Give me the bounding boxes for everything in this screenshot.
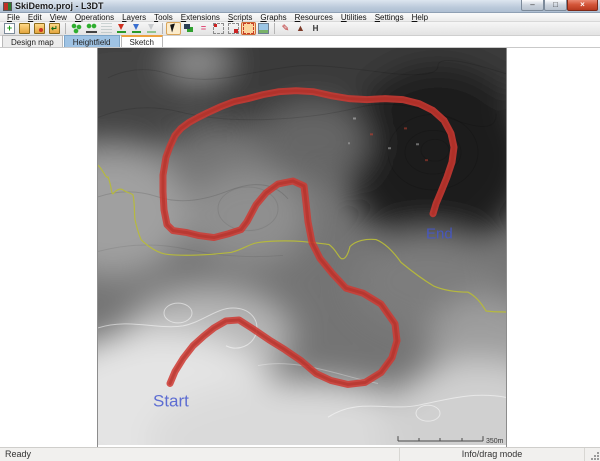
image-view-icon — [258, 23, 269, 34]
menu-item-resources[interactable]: Resources — [291, 13, 337, 22]
zoom-region-icon — [228, 23, 239, 34]
toolbar-separator — [65, 23, 66, 34]
tab-design-map[interactable]: Design map — [2, 35, 63, 47]
calc-blue-button[interactable] — [129, 22, 144, 35]
menu-item-settings[interactable]: Settings — [371, 13, 408, 22]
menu-item-graphs[interactable]: Graphs — [256, 13, 290, 22]
import-project-button[interactable] — [47, 22, 62, 35]
help-button[interactable]: H — [308, 22, 323, 35]
toolbar-separator — [162, 23, 163, 34]
app-window: SkiDemo.proj - L3DT – □ × FileEditViewOp… — [0, 0, 600, 461]
open-project-button[interactable] — [17, 22, 32, 35]
menu-item-layers[interactable]: Layers — [118, 13, 150, 22]
tab-heightfield[interactable]: Heightfield — [64, 35, 120, 47]
menu-item-extensions[interactable]: Extensions — [177, 13, 224, 22]
heightfield-image: Start End 350m — [98, 48, 506, 445]
edit-project-icon — [34, 23, 45, 34]
select-region-button[interactable] — [211, 22, 226, 35]
wizard-button[interactable] — [69, 22, 84, 35]
scale-label: 350m — [486, 438, 504, 445]
menu-item-scripts[interactable]: Scripts — [224, 13, 256, 22]
layers-view-button[interactable] — [181, 22, 196, 35]
new-project-icon — [4, 23, 15, 34]
resize-grip-icon[interactable] — [590, 451, 599, 460]
heightfield-canvas[interactable]: Start End 350m — [97, 48, 507, 447]
toolbar: = ✎ ▲ H — [0, 22, 600, 36]
levels-icon: = — [198, 23, 209, 34]
end-label: End — [426, 226, 453, 243]
maximize-icon[interactable]: □ — [544, 0, 567, 11]
close-icon[interactable]: × — [567, 0, 598, 11]
hf-wizard-button[interactable] — [84, 22, 99, 35]
sketch-tool-button[interactable] — [241, 22, 256, 35]
mountain-view-icon: ▲ — [295, 23, 306, 34]
open-project-icon — [19, 23, 30, 34]
calc-gray-button[interactable] — [144, 22, 159, 35]
batch-ops-button[interactable] — [99, 22, 114, 35]
status-message: Ready — [0, 448, 400, 461]
toolbar-separator — [274, 23, 275, 34]
calc-gray-icon — [146, 23, 157, 34]
image-view-button[interactable] — [256, 22, 271, 35]
mountain-view-button[interactable]: ▲ — [293, 22, 308, 35]
minimize-icon[interactable]: – — [521, 0, 544, 11]
menu-item-tools[interactable]: Tools — [150, 13, 177, 22]
zoom-region-button[interactable] — [226, 22, 241, 35]
batch-ops-icon — [101, 23, 112, 34]
calc-blue-icon — [131, 23, 142, 34]
app-icon — [3, 2, 12, 11]
title-bar: SkiDemo.proj - L3DT – □ × — [0, 0, 600, 13]
window-controls: – □ × — [521, 0, 598, 12]
wizard-icon — [71, 23, 82, 34]
menu-item-edit[interactable]: Edit — [24, 13, 46, 22]
calc-red-button[interactable] — [114, 22, 129, 35]
menu-item-view[interactable]: View — [46, 13, 71, 22]
menu-item-utilities[interactable]: Utilities — [337, 13, 371, 22]
edit-project-button[interactable] — [32, 22, 47, 35]
window-title: SkiDemo.proj - L3DT — [15, 0, 104, 13]
import-project-icon — [49, 23, 60, 34]
pointer-tool-button[interactable] — [166, 22, 181, 35]
levels-button[interactable]: = — [196, 22, 211, 35]
layers-view-icon — [183, 23, 194, 34]
tab-sketch[interactable]: Sketch — [121, 35, 163, 47]
hf-wizard-icon — [86, 23, 97, 34]
help-icon: H — [310, 23, 321, 34]
menu-item-file[interactable]: File — [3, 13, 24, 22]
annotate-button[interactable]: ✎ — [278, 22, 293, 35]
menu-bar: FileEditViewOperationsLayersToolsExtensi… — [0, 13, 600, 22]
client-area: Start End 350m — [0, 48, 600, 447]
tab-bar: Design map Heightfield Sketch — [0, 36, 600, 48]
calc-red-icon — [116, 23, 127, 34]
sketch-tool-icon — [243, 23, 254, 34]
select-region-icon — [213, 23, 224, 34]
status-mode: Info/drag mode — [400, 448, 585, 461]
annotate-icon: ✎ — [280, 23, 291, 34]
menu-item-help[interactable]: Help — [408, 13, 432, 22]
menu-item-operations[interactable]: Operations — [71, 13, 118, 22]
new-project-button[interactable] — [2, 22, 17, 35]
status-bar: Ready Info/drag mode — [0, 447, 600, 461]
pointer-tool-icon — [168, 23, 179, 34]
start-label: Start — [153, 391, 189, 410]
